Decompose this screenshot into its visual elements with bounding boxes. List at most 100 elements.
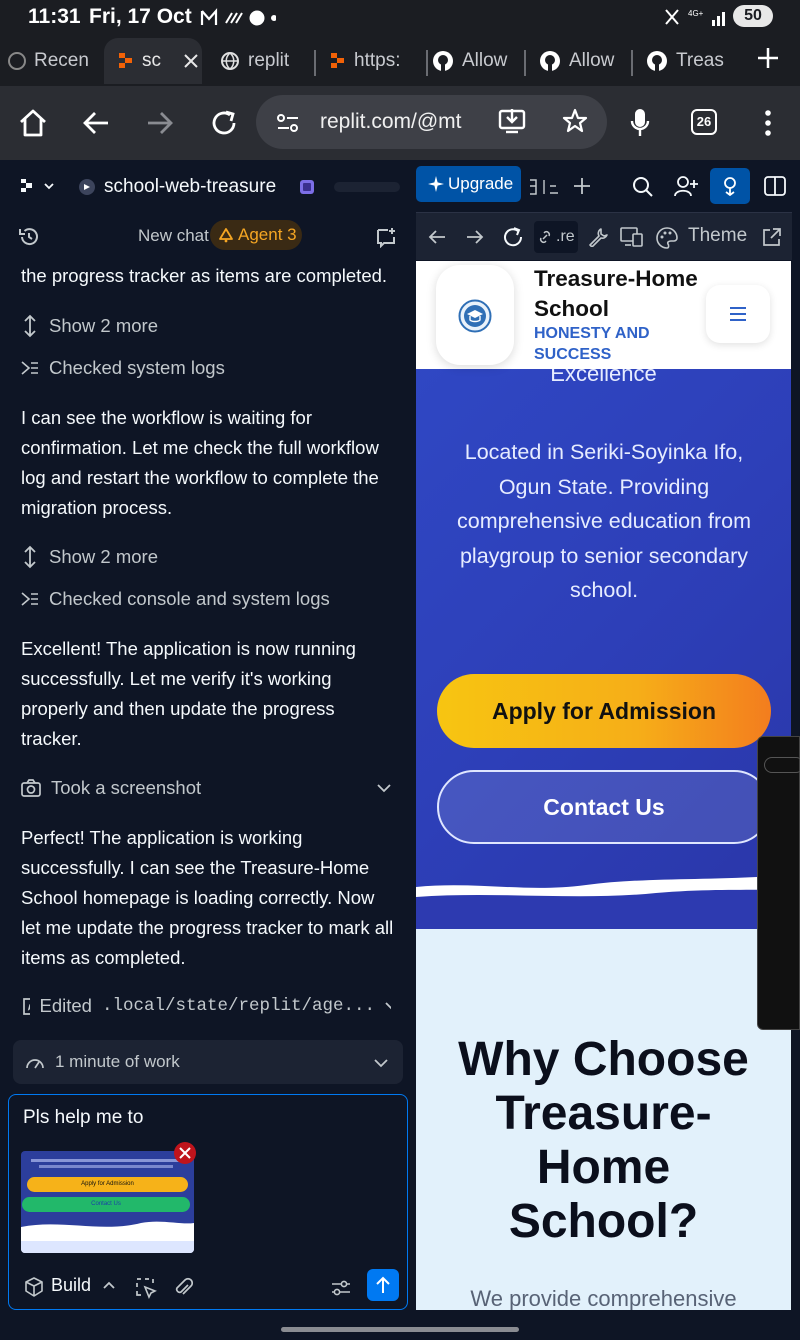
browser-tab-5[interactable]: Allow: [432, 38, 526, 84]
screenshot-step[interactable]: Took a screenshot: [21, 774, 397, 802]
browser-tab-4[interactable]: https:: [330, 38, 428, 84]
open-in-new-tab-icon[interactable]: [762, 227, 782, 247]
webview-back-icon[interactable]: [428, 229, 446, 245]
logs-icon: [21, 592, 38, 606]
url-text: replit.com/@mt: [320, 110, 462, 133]
address-bar[interactable]: replit.com/@mt: [256, 95, 607, 149]
tab-label: Allow: [462, 50, 508, 71]
composer-input[interactable]: Pls help me to: [23, 1107, 143, 1129]
apply-for-admission-button[interactable]: Apply for Admission: [437, 674, 771, 748]
browser-tab-2-active[interactable]: sc: [104, 38, 202, 84]
gesture-bar-area: [0, 1310, 800, 1340]
expand-vertical-icon: [24, 545, 36, 569]
deploy-button[interactable]: [710, 168, 750, 204]
link-icon: [539, 230, 551, 244]
tab-label: Recen: [34, 50, 89, 71]
tab-label: sc: [142, 50, 161, 71]
chevron-up-icon[interactable]: [103, 1281, 115, 1290]
show-more-toggle[interactable]: Show 2 more: [21, 543, 158, 571]
webview-reload-icon[interactable]: [502, 226, 524, 248]
site-settings-icon[interactable]: [276, 112, 300, 134]
chat-composer[interactable]: Pls help me to Apply for Admission Conta…: [8, 1094, 408, 1310]
site-header: Treasure-Home School HONESTY AND SUCCESS: [416, 261, 791, 369]
replit-menu-icon[interactable]: [20, 178, 58, 196]
site-menu-button[interactable]: [706, 285, 770, 343]
attach-paperclip-icon[interactable]: [173, 1277, 193, 1299]
webview-forward-icon[interactable]: [466, 229, 484, 245]
new-chat-label[interactable]: New chat: [138, 226, 209, 246]
devtools-wrench-icon[interactable]: [588, 227, 608, 247]
upgrade-button[interactable]: Upgrade: [416, 166, 521, 202]
settings-sliders-icon[interactable]: [331, 1279, 351, 1297]
hero-wave-divider: [416, 875, 791, 929]
show-more-toggle[interactable]: Show 2 more: [21, 312, 158, 340]
project-name[interactable]: school-web-treasure: [104, 176, 276, 198]
new-chat-icon[interactable]: [375, 226, 397, 248]
new-tab-icon[interactable]: [756, 46, 780, 70]
work-summary[interactable]: 1 minute of work: [13, 1040, 403, 1084]
select-element-icon[interactable]: [135, 1277, 157, 1299]
chevron-down-icon: [374, 1059, 388, 1068]
camera-icon: [21, 779, 41, 797]
history-icon[interactable]: [18, 226, 40, 248]
browser-tab-7[interactable]: Treas: [646, 38, 736, 84]
microphone-icon[interactable]: [630, 108, 650, 138]
tab-switcher-button[interactable]: 26: [691, 109, 717, 135]
back-icon[interactable]: [82, 110, 110, 136]
install-app-icon[interactable]: [498, 107, 526, 135]
search-icon[interactable]: [632, 176, 654, 198]
browser-menu-icon[interactable]: [764, 110, 772, 136]
tab-label: Treas: [676, 50, 724, 71]
build-mode-label[interactable]: Build: [51, 1275, 91, 1296]
thumb-contact-button: Contact Us: [22, 1197, 190, 1212]
split-panel-icon[interactable]: [764, 176, 786, 196]
why-choose-heading: Why Choose Treasure-Home School?: [458, 1033, 749, 1248]
browser-tab-1[interactable]: Recen: [8, 38, 104, 84]
forward-icon[interactable]: [146, 110, 174, 136]
remove-attachment-icon[interactable]: [173, 1141, 197, 1165]
browser-tab-3[interactable]: replit: [220, 38, 316, 84]
tab-overflow-icon[interactable]: [528, 176, 564, 198]
build-cube-icon: [25, 1277, 43, 1297]
contact-us-button[interactable]: Contact Us: [437, 770, 771, 844]
github-icon: [540, 51, 560, 71]
agent-message: Excellent! The application is now runnin…: [21, 638, 356, 749]
checked-console-step[interactable]: Checked console and system logs: [21, 585, 330, 613]
agent-version-badge[interactable]: Agent 3: [210, 220, 302, 250]
why-choose-subtext: We provide comprehensive: [470, 1286, 737, 1310]
theme-button[interactable]: Theme: [688, 225, 747, 247]
battery-indicator: 50: [733, 5, 773, 27]
agent-message: the progress tracker as items are comple…: [21, 265, 388, 286]
recent-icon: [8, 52, 26, 70]
reload-icon[interactable]: [210, 109, 238, 137]
school-logo[interactable]: [436, 265, 514, 365]
floating-window[interactable]: [757, 736, 800, 1030]
status-time: 11:31: [28, 5, 81, 28]
chevron-down-icon: [385, 1002, 391, 1010]
agent-message: I can see the workflow is waiting for co…: [21, 407, 379, 518]
edited-file-step[interactable]: Edited .local/state/replit/age...: [21, 992, 397, 1020]
webview-url-field[interactable]: .re: [534, 221, 578, 253]
bookmark-star-icon[interactable]: [562, 108, 588, 134]
browser-tab-6[interactable]: Allow: [539, 38, 633, 84]
close-tab-icon[interactable]: [183, 53, 199, 69]
loading-indicator: [334, 182, 400, 192]
responsive-devices-icon[interactable]: [620, 227, 644, 247]
why-choose-section: Why Choose Treasure-Home School? We prov…: [416, 929, 791, 1310]
home-gesture-bar[interactable]: [281, 1327, 519, 1332]
webview-url-text: .re: [556, 228, 575, 245]
home-icon[interactable]: [18, 108, 48, 138]
github-icon: [433, 51, 453, 71]
school-name: Treasure-Home School: [534, 266, 698, 321]
checked-logs-step[interactable]: Checked system logs: [21, 354, 225, 382]
tab-label: replit: [248, 50, 290, 71]
agent-icon: [219, 228, 233, 243]
add-tab-icon[interactable]: [572, 176, 592, 196]
invite-user-icon[interactable]: [674, 175, 698, 197]
signal-icons: 4G+: [665, 9, 725, 26]
attached-screenshot-thumbnail[interactable]: Apply for Admission Contact Us: [21, 1151, 194, 1253]
browser-tab-strip: Recen sc replit https: Allow Allow Treas: [0, 34, 800, 86]
send-arrow-icon: [376, 1276, 390, 1293]
send-button[interactable]: [367, 1269, 399, 1301]
webview-toolbar: .re Theme: [416, 212, 792, 260]
